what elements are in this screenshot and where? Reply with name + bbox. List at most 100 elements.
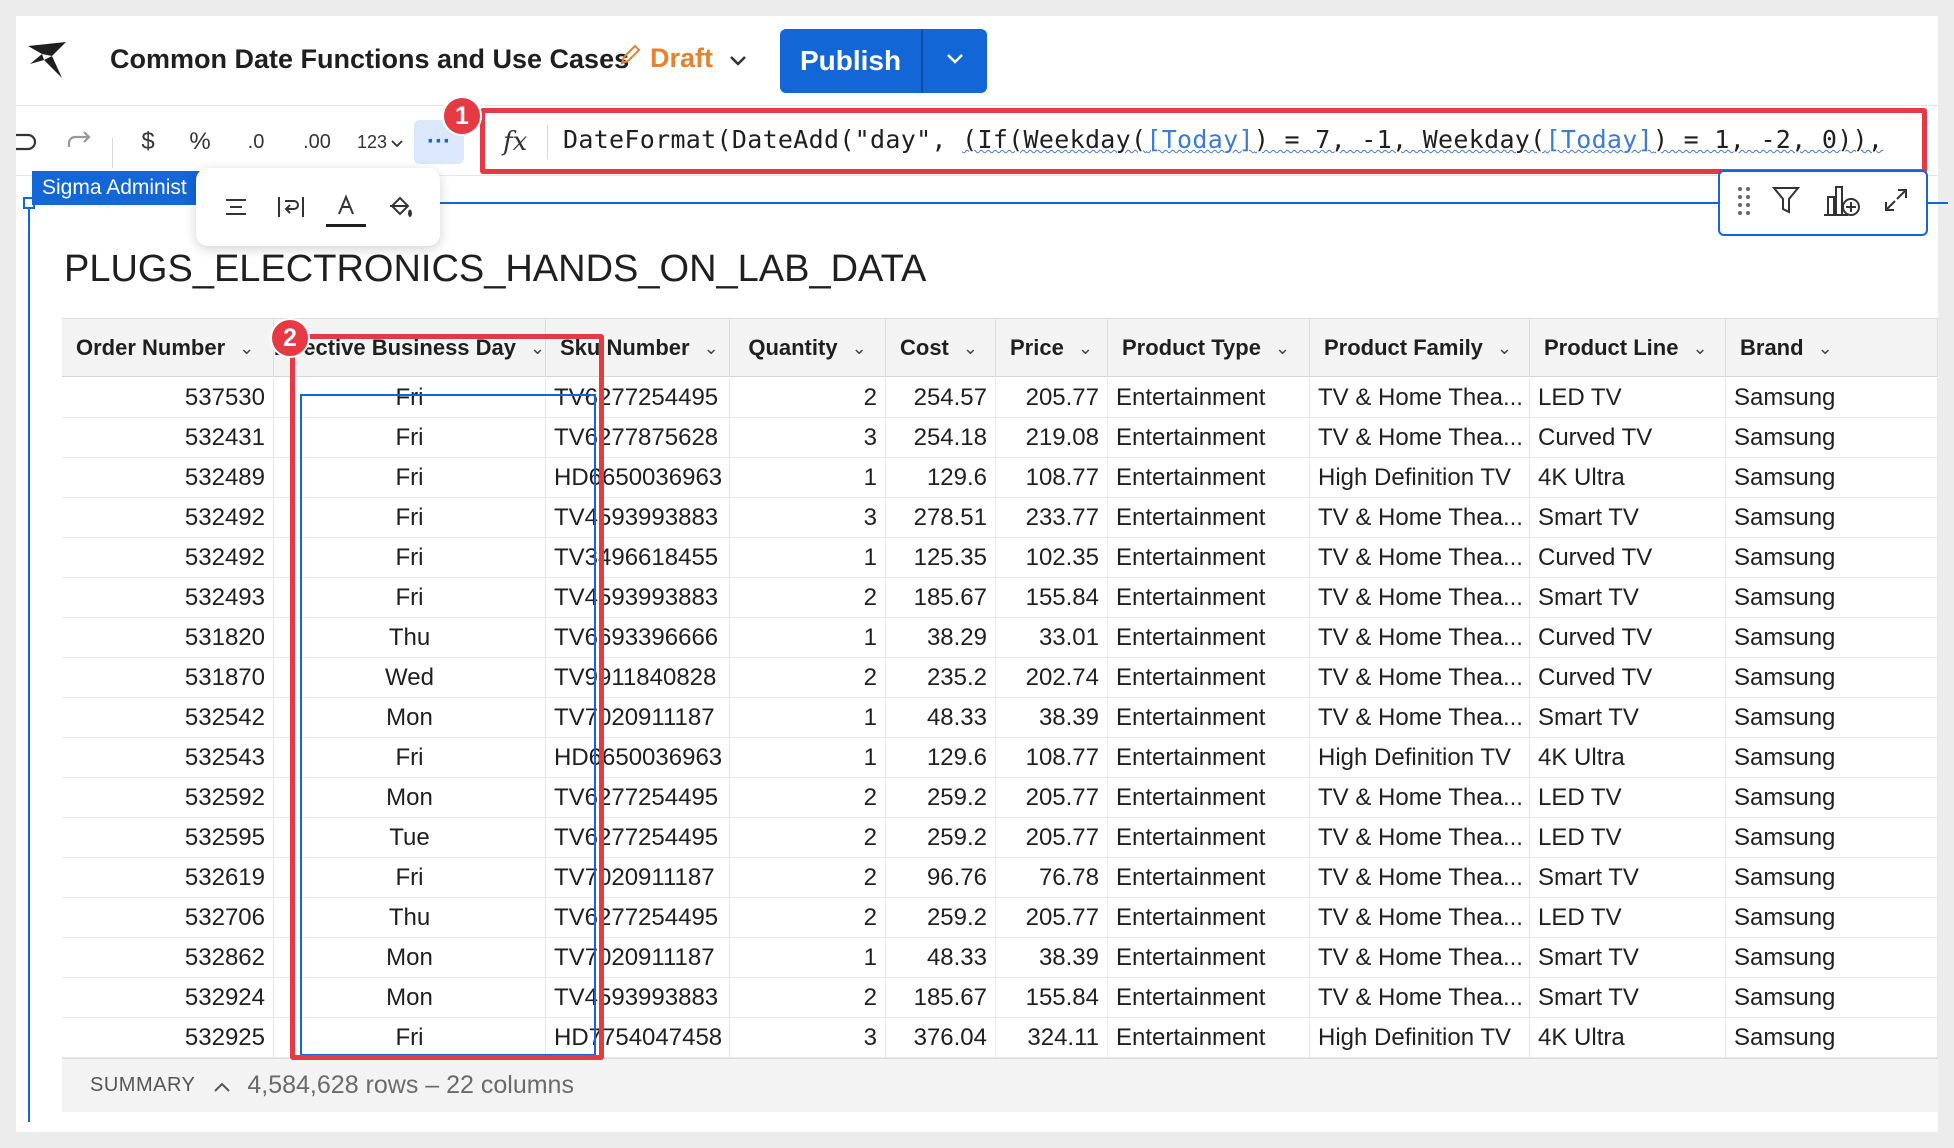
table-cell[interactable]: Samsung: [1726, 898, 1938, 938]
table-cell[interactable]: 2: [730, 778, 886, 818]
text-color-icon[interactable]: [325, 187, 366, 227]
table-cell[interactable]: TV9911840828: [546, 658, 730, 698]
table-row[interactable]: 532431 Fri TV6277875628 3 254.18 219.08 Entert…: [62, 418, 1938, 458]
table-cell[interactable]: Wed: [274, 658, 546, 698]
table-cell[interactable]: 532492: [62, 498, 274, 538]
table-cell[interactable]: 278.51: [886, 498, 996, 538]
percent-format-button[interactable]: %: [180, 120, 220, 164]
table-cell[interactable]: Entertainment: [1108, 818, 1310, 858]
chevron-down-icon[interactable]: ⌄: [1078, 338, 1093, 359]
table-cell[interactable]: TV4593993883: [546, 498, 730, 538]
table-cell[interactable]: 1: [730, 698, 886, 738]
table-cell[interactable]: Samsung: [1726, 978, 1938, 1018]
column-header[interactable]: Order Number ⌄: [62, 319, 274, 377]
table-cell[interactable]: 3: [730, 498, 886, 538]
table-cell[interactable]: 185.67: [886, 578, 996, 618]
table-cell[interactable]: TV7020911187: [546, 938, 730, 978]
number-format-dropdown[interactable]: 123: [352, 120, 408, 164]
table-cell[interactable]: TV7020911187: [546, 698, 730, 738]
publish-button[interactable]: Publish: [780, 29, 923, 93]
table-cell[interactable]: 254.57: [886, 378, 996, 418]
table-cell[interactable]: Samsung: [1726, 938, 1938, 978]
table-cell[interactable]: 233.77: [996, 498, 1108, 538]
filter-icon[interactable]: [1772, 185, 1801, 222]
table-cell[interactable]: 532543: [62, 738, 274, 778]
table-cell[interactable]: 108.77: [996, 458, 1108, 498]
table-cell[interactable]: 205.77: [996, 898, 1108, 938]
table-cell[interactable]: 1: [730, 618, 886, 658]
table-cell[interactable]: 185.67: [886, 978, 996, 1018]
chevron-down-icon[interactable]: ⌄: [1275, 338, 1290, 359]
column-header[interactable]: Product Line ⌄: [1530, 319, 1726, 377]
table-cell[interactable]: 38.29: [886, 618, 996, 658]
table-row[interactable]: 532543 Fri HD6650036963 1 129.6 108.77 Enterta…: [62, 738, 1938, 778]
table-cell[interactable]: Samsung: [1726, 578, 1938, 618]
table-cell[interactable]: 537530: [62, 378, 274, 418]
table-cell[interactable]: 2: [730, 578, 886, 618]
table-cell[interactable]: TV6277254495: [546, 778, 730, 818]
table-cell[interactable]: Samsung: [1726, 458, 1938, 498]
table-cell[interactable]: 2: [730, 898, 886, 938]
decrease-decimals-button[interactable]: .0: [234, 120, 278, 164]
table-cell[interactable]: 532493: [62, 578, 274, 618]
drag-handle-icon[interactable]: [1737, 185, 1751, 222]
table-cell[interactable]: 76.78: [996, 858, 1108, 898]
table-cell[interactable]: Curved TV: [1530, 418, 1726, 458]
table-cell[interactable]: 2: [730, 858, 886, 898]
table-cell[interactable]: 254.18: [886, 418, 996, 458]
table-cell[interactable]: Smart TV: [1530, 578, 1726, 618]
chevron-down-icon[interactable]: ⌄: [1497, 338, 1512, 359]
table-cell[interactable]: Entertainment: [1108, 858, 1310, 898]
table-cell[interactable]: Smart TV: [1530, 938, 1726, 978]
table-cell[interactable]: Entertainment: [1108, 1018, 1310, 1058]
text-wrap-icon[interactable]: [271, 187, 311, 227]
table-cell[interactable]: Curved TV: [1530, 538, 1726, 578]
table-cell[interactable]: Tue: [274, 818, 546, 858]
table-cell[interactable]: Samsung: [1726, 538, 1938, 578]
table-row[interactable]: 532542 Mon TV7020911187 1 48.33 38.39 Entertai…: [62, 698, 1938, 738]
table-cell[interactable]: 532619: [62, 858, 274, 898]
table-cell[interactable]: 376.04: [886, 1018, 996, 1058]
chevron-down-icon[interactable]: ⌄: [852, 338, 867, 359]
table-cell[interactable]: TV & Home Thea...: [1310, 818, 1530, 858]
table-cell[interactable]: TV6277254495: [546, 378, 730, 418]
table-cell[interactable]: Samsung: [1726, 858, 1938, 898]
table-cell[interactable]: 532924: [62, 978, 274, 1018]
table-cell[interactable]: 1: [730, 938, 886, 978]
table-cell[interactable]: Entertainment: [1108, 618, 1310, 658]
table-row[interactable]: 532489 Fri HD6650036963 1 129.6 108.77 Enterta…: [62, 458, 1938, 498]
table-row[interactable]: 532492 Fri TV4593993883 3 278.51 233.77 Entert…: [62, 498, 1938, 538]
table-cell[interactable]: TV & Home Thea...: [1310, 418, 1530, 458]
table-cell[interactable]: Fri: [274, 498, 546, 538]
table-cell[interactable]: 205.77: [996, 778, 1108, 818]
table-cell[interactable]: Mon: [274, 978, 546, 1018]
table-cell[interactable]: TV6277875628: [546, 418, 730, 458]
column-header[interactable]: Effective Business Day ⌄: [274, 319, 546, 377]
table-cell[interactable]: TV & Home Thea...: [1310, 538, 1530, 578]
table-cell[interactable]: 2: [730, 378, 886, 418]
table-cell[interactable]: TV & Home Thea...: [1310, 698, 1530, 738]
table-cell[interactable]: 129.6: [886, 738, 996, 778]
draft-status-dropdown[interactable]: Draft: [618, 43, 747, 74]
table-cell[interactable]: TV & Home Thea...: [1310, 378, 1530, 418]
table-cell[interactable]: TV & Home Thea...: [1310, 778, 1530, 818]
currency-format-button[interactable]: $: [128, 120, 168, 164]
table-cell[interactable]: 38.39: [996, 698, 1108, 738]
table-cell[interactable]: 4K Ultra: [1530, 458, 1726, 498]
table-row[interactable]: 532924 Mon TV4593993883 2 185.67 155.84 Entert…: [62, 978, 1938, 1018]
table-cell[interactable]: Samsung: [1726, 618, 1938, 658]
table-cell[interactable]: TV6277254495: [546, 818, 730, 858]
table-cell[interactable]: 108.77: [996, 738, 1108, 778]
table-cell[interactable]: 532925: [62, 1018, 274, 1058]
table-cell[interactable]: Thu: [274, 618, 546, 658]
table-cell[interactable]: Entertainment: [1108, 538, 1310, 578]
column-header[interactable]: Price ⌄: [996, 319, 1108, 377]
table-cell[interactable]: 1: [730, 458, 886, 498]
table-cell[interactable]: 3: [730, 418, 886, 458]
table-cell[interactable]: TV4593993883: [546, 578, 730, 618]
table-title[interactable]: PLUGS_ELECTRONICS_HANDS_ON_LAB_DATA: [64, 248, 926, 291]
table-row[interactable]: 532492 Fri TV3496618455 1 125.35 102.35 Entert…: [62, 538, 1938, 578]
chevron-down-icon[interactable]: ⌄: [963, 338, 978, 359]
table-cell[interactable]: TV & Home Thea...: [1310, 898, 1530, 938]
table-cell[interactable]: Mon: [274, 778, 546, 818]
